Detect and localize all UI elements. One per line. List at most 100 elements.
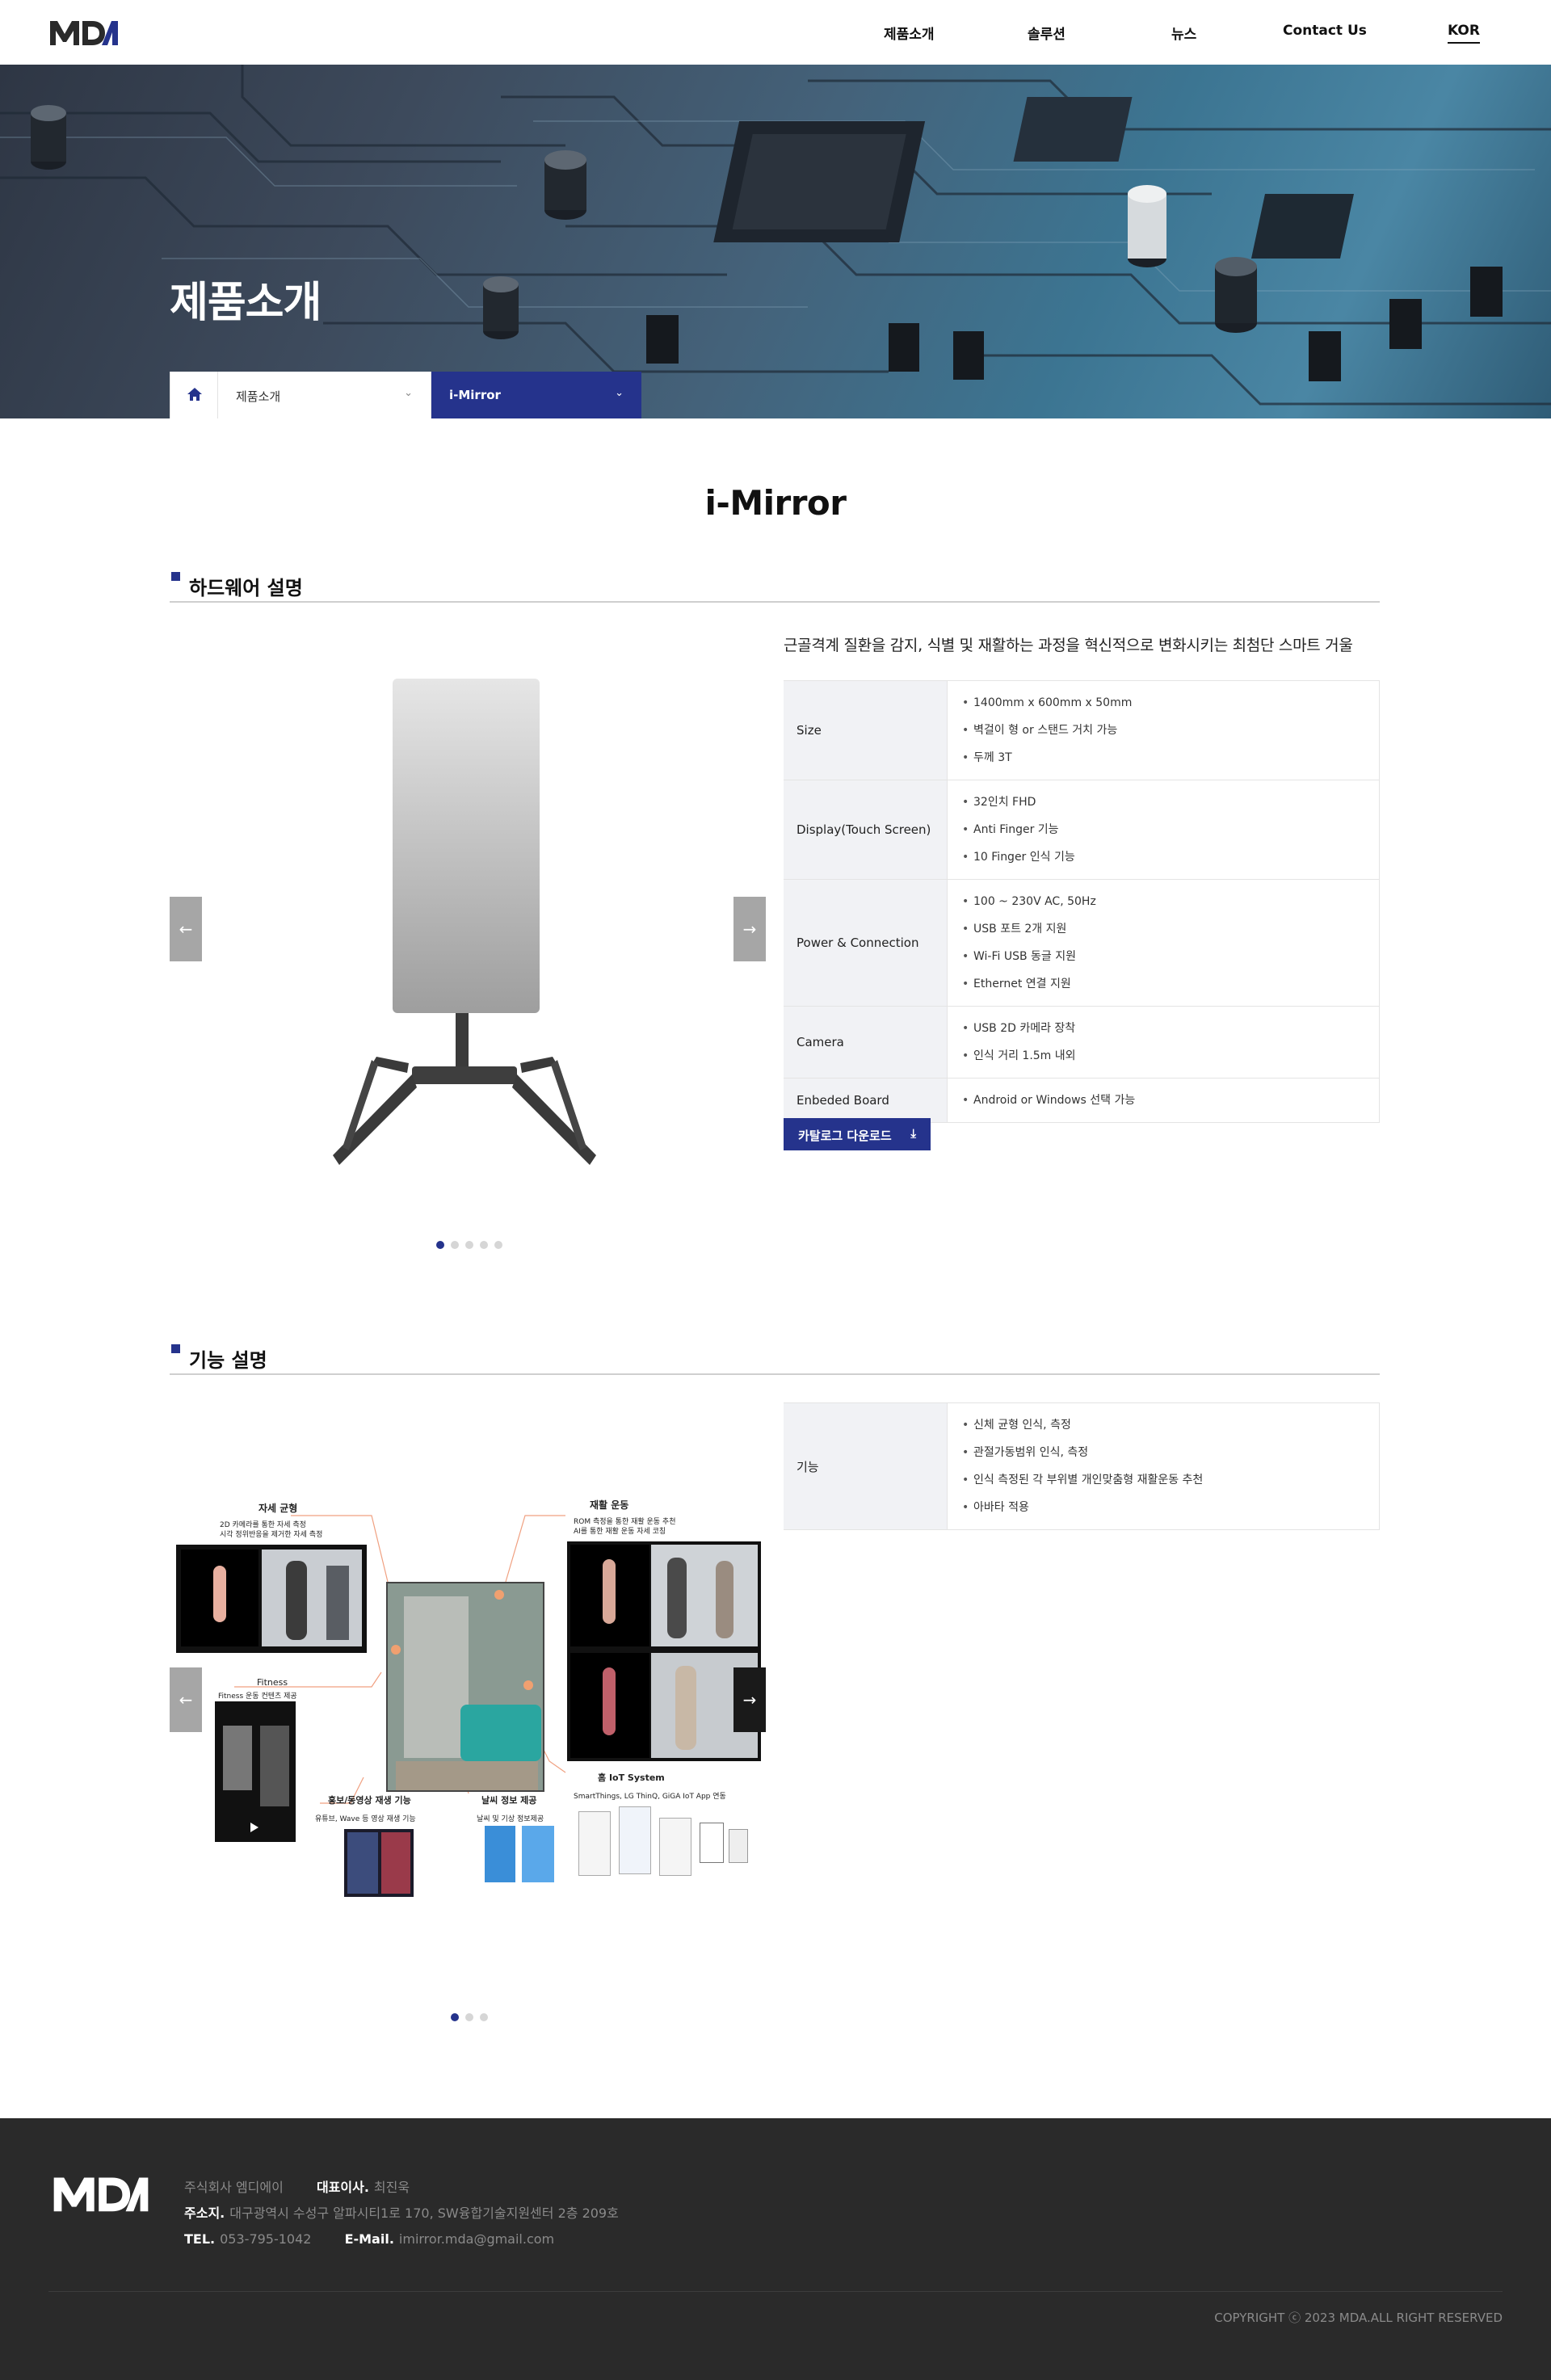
rehab-screenshot	[567, 1541, 761, 1761]
fitness-item: Fitness 운동 컨텐츠 제공	[218, 1692, 297, 1701]
spec-value-item: 신체 균형 인식, 측정	[962, 1411, 1379, 1439]
footer-ceo-label: 대표이사.	[316, 2180, 369, 2195]
spec-value-item: 인식 측정된 각 부위별 개인맞춤형 재활운동 추천	[962, 1466, 1379, 1494]
slider-dot[interactable]	[480, 1241, 488, 1249]
nav-news[interactable]: 뉴스	[1171, 23, 1196, 43]
hardware-spec-table: Size1400mm x 600mm x 50mm벽걸이 형 or 스탠드 거치…	[784, 680, 1380, 1123]
features-section-heading: 기능 설명	[170, 1343, 1380, 1375]
spec-value-item: Android or Windows 선택 가능	[962, 1087, 1379, 1114]
hero-title: 제품소개	[170, 279, 322, 327]
heading-marker	[171, 1344, 180, 1353]
iot-title: 홈 IoT System	[598, 1772, 665, 1783]
spec-value-item: Ethernet 연결 지원	[962, 970, 1379, 998]
weather-screenshot	[485, 1826, 557, 1884]
spec-label: Enbeded Board	[784, 1079, 947, 1122]
spec-values: 신체 균형 인식, 측정관절가동범위 인식, 측정인식 측정된 각 부위별 개인…	[947, 1403, 1380, 1529]
promo-screenshot	[344, 1829, 414, 1897]
spec-row: 기능신체 균형 인식, 측정관절가동범위 인식, 측정인식 측정된 각 부위별 …	[784, 1403, 1380, 1530]
spec-label: Power & Connection	[784, 880, 947, 1006]
main-nav: 제품소개 솔루션 뉴스 Contact Us KOR	[856, 23, 1503, 44]
spec-label: 기능	[784, 1403, 947, 1529]
features-table: 기능신체 균형 인식, 측정관절가동범위 인식, 측정인식 측정된 각 부위별 …	[784, 1402, 1380, 1530]
spec-values: USB 2D 카메라 장착인식 거리 1.5m 내외	[947, 1007, 1380, 1078]
features-slider: 자세 균형 2D 카메라를 통한 자세 측정 시각 정위반응을 제거한 자세 측…	[170, 1486, 767, 2036]
spec-value-item: 아바타 적용	[962, 1494, 1379, 1521]
spec-value-item: 10 Finger 인식 기능	[962, 843, 1379, 871]
spec-value-item: 100 ~ 230V AC, 50Hz	[962, 888, 1379, 915]
center-mirror-photo	[386, 1582, 544, 1792]
breadcrumb-category-label: 제품소개	[236, 389, 281, 404]
footer-tel: 053-795-1042	[220, 2231, 312, 2247]
site-header: 제품소개 솔루션 뉴스 Contact Us KOR	[0, 0, 1551, 65]
nav-products[interactable]: 제품소개	[884, 23, 935, 43]
rehab-item: AI를 통한 재활 운동 자세 코칭	[574, 1528, 666, 1536]
spec-label: Size	[784, 681, 947, 780]
site-footer: 주식회사 엠디에이 대표이사. 최진욱 주소지. 대구광역시 수성구 알파시티1로 …	[0, 2118, 1551, 2380]
imirror-product-image	[333, 679, 596, 1165]
spec-values: 32인치 FHDAnti Finger 기능10 Finger 인식 기능	[947, 780, 1380, 879]
slider-dot[interactable]	[436, 1241, 444, 1249]
catalog-download-button[interactable]: 카탈로그 다운로드 ⤓	[784, 1118, 931, 1150]
nav-solutions[interactable]: 솔루션	[1028, 23, 1066, 43]
hardware-section-heading: 하드웨어 설명	[170, 570, 1380, 603]
language-selector[interactable]: KOR	[1448, 23, 1480, 44]
download-icon: ⤓	[910, 1126, 916, 1141]
promo-title: 홍보/동영상 재생 기능	[328, 1795, 411, 1806]
weather-title: 날씨 정보 제공	[481, 1795, 537, 1806]
nav-contact[interactable]: Contact Us	[1283, 23, 1367, 39]
breadcrumb-home[interactable]	[170, 372, 218, 418]
footer-ceo: 최진욱	[373, 2180, 410, 2195]
fitness-title: Fitness	[257, 1677, 288, 1688]
spec-row: CameraUSB 2D 카메라 장착인식 거리 1.5m 내외	[784, 1007, 1380, 1079]
hardware-slider-pagination	[436, 1241, 509, 1251]
spec-value-item: Wi-Fi USB 동글 지원	[962, 943, 1379, 970]
spec-value-item: 벽걸이 형 or 스탠드 거치 가능	[962, 717, 1379, 744]
footer-company-info: 주식회사 엠디에이 대표이사. 최진욱 주소지. 대구광역시 수성구 알파시티1로 …	[184, 2175, 619, 2252]
heading-marker	[171, 572, 180, 581]
spec-values: 1400mm x 600mm x 50mm벽걸이 형 or 스탠드 거치 가능두…	[947, 681, 1380, 780]
breadcrumb-category-select[interactable]: 제품소개 ⌄	[218, 372, 431, 418]
mda-logo[interactable]	[48, 18, 120, 47]
footer-email-label: E-Mail.	[344, 2231, 394, 2247]
slider-dot[interactable]	[480, 2013, 488, 2021]
footer-address: 대구광역시 수성구 알파시티1로 170, SW융합기술지원센터 2층 209호	[229, 2205, 619, 2221]
spec-value-item: 32인치 FHD	[962, 788, 1379, 816]
arrow-right-icon: →	[742, 1690, 757, 1709]
spec-value-item: Anti Finger 기능	[962, 816, 1379, 843]
arrow-left-icon: ←	[179, 919, 193, 939]
footer-email[interactable]: imirror.mda@gmail.com	[399, 2231, 554, 2247]
breadcrumb-product-select[interactable]: i-Mirror ⌄	[431, 372, 641, 418]
slider-dot[interactable]	[451, 2013, 459, 2021]
slider-prev-button[interactable]: ←	[170, 1667, 202, 1732]
home-icon	[187, 388, 202, 401]
promo-item: 유튜브, Wave 등 영상 재생 기능	[315, 1815, 416, 1823]
posture-title: 자세 균형	[258, 1503, 298, 1514]
footer-company: 주식회사 엠디에이	[184, 2180, 284, 2195]
weather-item: 날씨 및 기상 정보제공	[477, 1815, 544, 1823]
spec-value-item: 두께 3T	[962, 744, 1379, 772]
hero-banner: 제품소개	[0, 65, 1551, 418]
iot-screenshot	[578, 1806, 751, 1884]
slider-next-button[interactable]: →	[733, 1667, 766, 1732]
spec-value-item: USB 2D 카메라 장착	[962, 1015, 1379, 1042]
slider-prev-button[interactable]: ←	[170, 897, 202, 961]
spec-values: 100 ~ 230V AC, 50HzUSB 포트 2개 지원Wi-Fi USB…	[947, 880, 1380, 1006]
slider-dot[interactable]	[465, 1241, 473, 1249]
arrow-right-icon: →	[742, 919, 757, 939]
slider-dot[interactable]	[465, 2013, 473, 2021]
hardware-heading-text: 하드웨어 설명	[189, 577, 303, 599]
slider-next-button[interactable]: →	[733, 897, 766, 961]
spec-label: Display(Touch Screen)	[784, 780, 947, 879]
iot-item: SmartThings, LG ThinQ, GiGA IoT App 연동	[574, 1793, 726, 1801]
hardware-slider: ← →	[170, 630, 767, 1268]
slider-dot[interactable]	[451, 1241, 459, 1249]
circuit-board-image	[0, 65, 1551, 406]
slider-dot[interactable]	[494, 1241, 502, 1249]
breadcrumb: 제품소개 ⌄ i-Mirror ⌄	[170, 372, 641, 418]
download-button-label: 카탈로그 다운로드	[798, 1129, 892, 1143]
features-heading-text: 기능 설명	[189, 1349, 267, 1372]
spec-value-item: 1400mm x 600mm x 50mm	[962, 689, 1379, 717]
footer-tel-label: TEL.	[184, 2231, 216, 2247]
posture-item: 시각 정위반응을 제거한 자세 측정	[220, 1531, 323, 1539]
features-slider-pagination	[451, 2013, 499, 2023]
